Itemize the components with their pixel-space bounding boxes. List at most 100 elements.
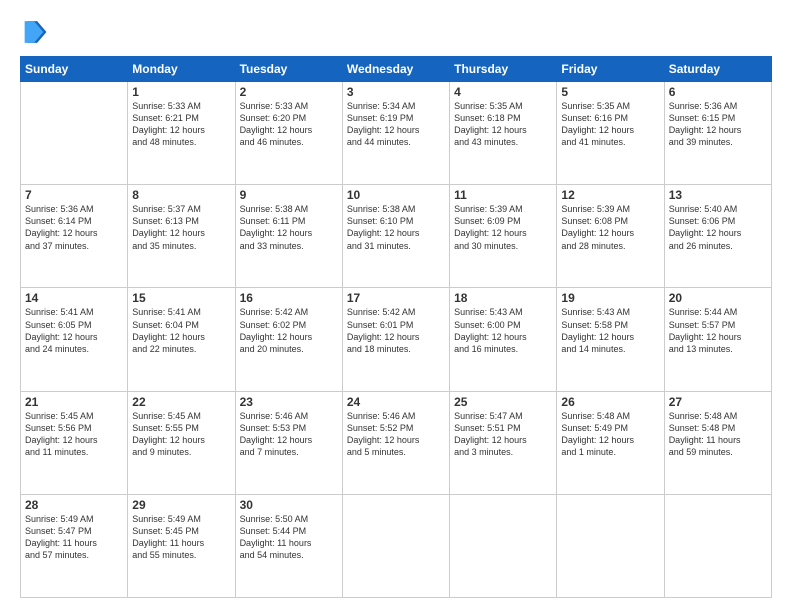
calendar-cell: 18Sunrise: 5:43 AMSunset: 6:00 PMDayligh…: [450, 288, 557, 391]
day-number: 20: [669, 291, 767, 305]
day-number: 19: [561, 291, 659, 305]
calendar-cell: 24Sunrise: 5:46 AMSunset: 5:52 PMDayligh…: [342, 391, 449, 494]
day-number: 23: [240, 395, 338, 409]
calendar-week-row: 14Sunrise: 5:41 AMSunset: 6:05 PMDayligh…: [21, 288, 772, 391]
day-info: Sunrise: 5:49 AMSunset: 5:45 PMDaylight:…: [132, 513, 230, 562]
day-info: Sunrise: 5:44 AMSunset: 5:57 PMDaylight:…: [669, 306, 767, 355]
day-number: 6: [669, 85, 767, 99]
day-number: 22: [132, 395, 230, 409]
calendar-cell: 29Sunrise: 5:49 AMSunset: 5:45 PMDayligh…: [128, 494, 235, 597]
day-number: 15: [132, 291, 230, 305]
day-info: Sunrise: 5:39 AMSunset: 6:08 PMDaylight:…: [561, 203, 659, 252]
calendar-cell: 3Sunrise: 5:34 AMSunset: 6:19 PMDaylight…: [342, 82, 449, 185]
page: SundayMondayTuesdayWednesdayThursdayFrid…: [0, 0, 792, 612]
day-number: 7: [25, 188, 123, 202]
calendar-cell: 19Sunrise: 5:43 AMSunset: 5:58 PMDayligh…: [557, 288, 664, 391]
calendar-week-row: 1Sunrise: 5:33 AMSunset: 6:21 PMDaylight…: [21, 82, 772, 185]
day-info: Sunrise: 5:40 AMSunset: 6:06 PMDaylight:…: [669, 203, 767, 252]
logo-icon: [20, 18, 48, 46]
calendar-cell: [450, 494, 557, 597]
day-number: 27: [669, 395, 767, 409]
calendar-week-row: 28Sunrise: 5:49 AMSunset: 5:47 PMDayligh…: [21, 494, 772, 597]
day-info: Sunrise: 5:36 AMSunset: 6:15 PMDaylight:…: [669, 100, 767, 149]
calendar-cell: 26Sunrise: 5:48 AMSunset: 5:49 PMDayligh…: [557, 391, 664, 494]
calendar-cell: 13Sunrise: 5:40 AMSunset: 6:06 PMDayligh…: [664, 185, 771, 288]
calendar-week-row: 7Sunrise: 5:36 AMSunset: 6:14 PMDaylight…: [21, 185, 772, 288]
calendar-cell: 14Sunrise: 5:41 AMSunset: 6:05 PMDayligh…: [21, 288, 128, 391]
calendar-cell: 27Sunrise: 5:48 AMSunset: 5:48 PMDayligh…: [664, 391, 771, 494]
calendar-cell: 1Sunrise: 5:33 AMSunset: 6:21 PMDaylight…: [128, 82, 235, 185]
day-info: Sunrise: 5:33 AMSunset: 6:20 PMDaylight:…: [240, 100, 338, 149]
day-info: Sunrise: 5:49 AMSunset: 5:47 PMDaylight:…: [25, 513, 123, 562]
day-number: 5: [561, 85, 659, 99]
day-number: 9: [240, 188, 338, 202]
day-info: Sunrise: 5:36 AMSunset: 6:14 PMDaylight:…: [25, 203, 123, 252]
day-info: Sunrise: 5:41 AMSunset: 6:05 PMDaylight:…: [25, 306, 123, 355]
calendar-cell: 11Sunrise: 5:39 AMSunset: 6:09 PMDayligh…: [450, 185, 557, 288]
col-header-sunday: Sunday: [21, 57, 128, 82]
day-info: Sunrise: 5:39 AMSunset: 6:09 PMDaylight:…: [454, 203, 552, 252]
day-number: 4: [454, 85, 552, 99]
calendar-cell: [557, 494, 664, 597]
col-header-friday: Friday: [557, 57, 664, 82]
calendar-cell: 5Sunrise: 5:35 AMSunset: 6:16 PMDaylight…: [557, 82, 664, 185]
day-number: 1: [132, 85, 230, 99]
day-number: 11: [454, 188, 552, 202]
calendar-cell: 8Sunrise: 5:37 AMSunset: 6:13 PMDaylight…: [128, 185, 235, 288]
calendar-header-row: SundayMondayTuesdayWednesdayThursdayFrid…: [21, 57, 772, 82]
day-number: 17: [347, 291, 445, 305]
day-number: 21: [25, 395, 123, 409]
day-number: 24: [347, 395, 445, 409]
day-number: 10: [347, 188, 445, 202]
calendar-cell: 21Sunrise: 5:45 AMSunset: 5:56 PMDayligh…: [21, 391, 128, 494]
col-header-wednesday: Wednesday: [342, 57, 449, 82]
day-info: Sunrise: 5:43 AMSunset: 5:58 PMDaylight:…: [561, 306, 659, 355]
day-info: Sunrise: 5:48 AMSunset: 5:49 PMDaylight:…: [561, 410, 659, 459]
calendar-cell: [342, 494, 449, 597]
day-number: 14: [25, 291, 123, 305]
day-info: Sunrise: 5:48 AMSunset: 5:48 PMDaylight:…: [669, 410, 767, 459]
day-number: 12: [561, 188, 659, 202]
header: [20, 18, 772, 46]
day-info: Sunrise: 5:46 AMSunset: 5:52 PMDaylight:…: [347, 410, 445, 459]
day-number: 2: [240, 85, 338, 99]
day-info: Sunrise: 5:43 AMSunset: 6:00 PMDaylight:…: [454, 306, 552, 355]
day-number: 16: [240, 291, 338, 305]
calendar-cell: 25Sunrise: 5:47 AMSunset: 5:51 PMDayligh…: [450, 391, 557, 494]
col-header-monday: Monday: [128, 57, 235, 82]
day-info: Sunrise: 5:42 AMSunset: 6:02 PMDaylight:…: [240, 306, 338, 355]
day-info: Sunrise: 5:35 AMSunset: 6:16 PMDaylight:…: [561, 100, 659, 149]
day-info: Sunrise: 5:47 AMSunset: 5:51 PMDaylight:…: [454, 410, 552, 459]
day-number: 13: [669, 188, 767, 202]
day-info: Sunrise: 5:45 AMSunset: 5:56 PMDaylight:…: [25, 410, 123, 459]
day-info: Sunrise: 5:34 AMSunset: 6:19 PMDaylight:…: [347, 100, 445, 149]
day-number: 26: [561, 395, 659, 409]
calendar-cell: 12Sunrise: 5:39 AMSunset: 6:08 PMDayligh…: [557, 185, 664, 288]
calendar-table: SundayMondayTuesdayWednesdayThursdayFrid…: [20, 56, 772, 598]
day-info: Sunrise: 5:45 AMSunset: 5:55 PMDaylight:…: [132, 410, 230, 459]
day-number: 29: [132, 498, 230, 512]
day-info: Sunrise: 5:37 AMSunset: 6:13 PMDaylight:…: [132, 203, 230, 252]
calendar-cell: 17Sunrise: 5:42 AMSunset: 6:01 PMDayligh…: [342, 288, 449, 391]
calendar-cell: 4Sunrise: 5:35 AMSunset: 6:18 PMDaylight…: [450, 82, 557, 185]
calendar-cell: 23Sunrise: 5:46 AMSunset: 5:53 PMDayligh…: [235, 391, 342, 494]
calendar-cell: 10Sunrise: 5:38 AMSunset: 6:10 PMDayligh…: [342, 185, 449, 288]
day-number: 18: [454, 291, 552, 305]
calendar-cell: 7Sunrise: 5:36 AMSunset: 6:14 PMDaylight…: [21, 185, 128, 288]
day-info: Sunrise: 5:42 AMSunset: 6:01 PMDaylight:…: [347, 306, 445, 355]
calendar-cell: [664, 494, 771, 597]
logo: [20, 18, 52, 46]
day-number: 3: [347, 85, 445, 99]
col-header-thursday: Thursday: [450, 57, 557, 82]
calendar-cell: [21, 82, 128, 185]
calendar-cell: 22Sunrise: 5:45 AMSunset: 5:55 PMDayligh…: [128, 391, 235, 494]
calendar-cell: 9Sunrise: 5:38 AMSunset: 6:11 PMDaylight…: [235, 185, 342, 288]
calendar-cell: 15Sunrise: 5:41 AMSunset: 6:04 PMDayligh…: [128, 288, 235, 391]
day-info: Sunrise: 5:38 AMSunset: 6:10 PMDaylight:…: [347, 203, 445, 252]
calendar-cell: 2Sunrise: 5:33 AMSunset: 6:20 PMDaylight…: [235, 82, 342, 185]
day-number: 28: [25, 498, 123, 512]
day-number: 30: [240, 498, 338, 512]
day-info: Sunrise: 5:35 AMSunset: 6:18 PMDaylight:…: [454, 100, 552, 149]
col-header-tuesday: Tuesday: [235, 57, 342, 82]
day-info: Sunrise: 5:38 AMSunset: 6:11 PMDaylight:…: [240, 203, 338, 252]
